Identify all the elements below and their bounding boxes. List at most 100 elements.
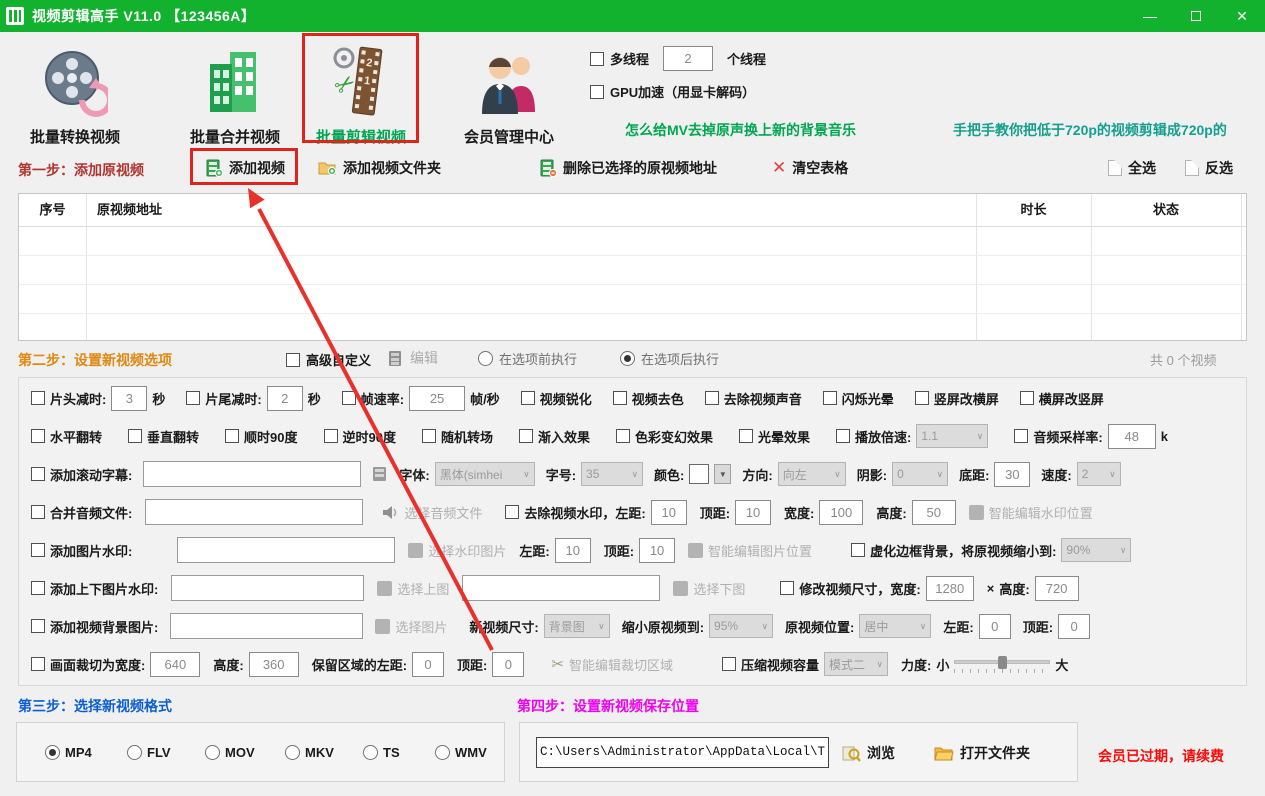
- slider-thumb[interactable]: [998, 656, 1008, 669]
- resize-width-input[interactable]: [925, 575, 974, 601]
- direction-dropdown[interactable]: 向左 ∨: [777, 462, 846, 486]
- random-transition-checkbox[interactable]: [421, 429, 436, 443]
- bg-left-input[interactable]: [978, 613, 1011, 639]
- color-swatch[interactable]: [689, 464, 710, 484]
- format-radio-flv[interactable]: FLV: [127, 745, 171, 760]
- run-before-radio[interactable]: [478, 351, 493, 366]
- add-folder-button[interactable]: 添加视频文件夹: [318, 158, 441, 178]
- advanced-custom-checkbox[interactable]: [286, 352, 300, 367]
- crop-width-input[interactable]: [150, 651, 201, 677]
- trim-tail-checkbox[interactable]: [186, 391, 201, 405]
- bottom-margin-input[interactable]: [994, 461, 1031, 487]
- playback-speed-checkbox[interactable]: [836, 429, 851, 443]
- multithread-checkbox[interactable]: [590, 51, 604, 66]
- sample-rate-input[interactable]: [1107, 423, 1156, 449]
- tutorial-link-720p[interactable]: 手把手教你把低于720p的视频剪辑成720p的: [953, 120, 1227, 140]
- choose-image-button[interactable]: 选择图片: [395, 617, 447, 636]
- fade-in-checkbox[interactable]: [518, 429, 533, 443]
- tutorial-link-music[interactable]: 怎么给MV去掉原声换上新的背景音乐: [625, 120, 856, 140]
- position-dropdown[interactable]: 居中 ∨: [859, 614, 932, 638]
- image-watermark-checkbox[interactable]: [31, 543, 45, 557]
- compress-checkbox[interactable]: [721, 657, 736, 671]
- portrait-to-landscape-checkbox[interactable]: [914, 391, 929, 405]
- wm-left-input[interactable]: [650, 499, 687, 525]
- wm-height-input[interactable]: [911, 499, 956, 525]
- halo-checkbox[interactable]: [739, 429, 754, 443]
- invert-selection-button[interactable]: 反选: [1185, 158, 1233, 178]
- image-watermark-input[interactable]: [177, 537, 396, 563]
- trim-tail-input[interactable]: [266, 385, 303, 411]
- sharpen-checkbox[interactable]: [520, 391, 535, 405]
- rotate-ccw-checkbox[interactable]: [323, 429, 338, 443]
- landscape-to-portrait-checkbox[interactable]: [1019, 391, 1034, 405]
- smart-image-position-button[interactable]: 智能编辑图片位置: [708, 541, 812, 560]
- trim-head-input[interactable]: [111, 385, 148, 411]
- scroll-subtitle-checkbox[interactable]: [31, 467, 45, 481]
- trim-head-checkbox[interactable]: [31, 391, 45, 405]
- compress-mode-dropdown[interactable]: 模式二 ∨: [823, 652, 888, 676]
- bg-top-input[interactable]: [1058, 613, 1091, 639]
- run-after-radio[interactable]: [620, 351, 635, 366]
- clear-table-button[interactable]: ✕ 清空表格: [772, 158, 848, 178]
- video-table[interactable]: 序号 原视频地址 时长 状态: [18, 193, 1247, 341]
- gpu-checkbox[interactable]: [590, 84, 604, 99]
- blur-border-checkbox[interactable]: [851, 543, 866, 557]
- select-all-button[interactable]: 全选: [1108, 158, 1156, 178]
- bottom-image-input[interactable]: [462, 575, 661, 601]
- browse-button[interactable]: 浏览: [842, 743, 895, 763]
- subtitle-text-input[interactable]: [143, 461, 362, 487]
- maximize-button[interactable]: [1173, 0, 1219, 32]
- color-dropdown-button[interactable]: ▼: [714, 464, 732, 484]
- thread-count-input[interactable]: [663, 46, 714, 71]
- background-image-checkbox[interactable]: [31, 619, 45, 633]
- blur-shrink-dropdown[interactable]: 90% ∨: [1061, 538, 1132, 562]
- nav-member-center[interactable]: 会员管理中心: [434, 40, 584, 147]
- remove-watermark-checkbox[interactable]: [505, 505, 520, 519]
- format-radio-mov[interactable]: MOV: [205, 745, 255, 760]
- choose-audio-button[interactable]: 选择音频文件: [404, 503, 482, 522]
- close-button[interactable]: ✕: [1219, 0, 1265, 32]
- format-radio-mkv[interactable]: MKV: [285, 745, 334, 760]
- flip-v-checkbox[interactable]: [128, 429, 143, 443]
- shadow-dropdown[interactable]: 0 ∨: [892, 462, 949, 486]
- font-size-dropdown[interactable]: 35 ∨: [581, 462, 644, 486]
- crop-height-input[interactable]: [248, 651, 299, 677]
- edit-button-disabled[interactable]: 编辑: [388, 348, 438, 368]
- sample-rate-checkbox[interactable]: [1014, 429, 1029, 443]
- choose-bottom-image-button[interactable]: 选择下图: [693, 579, 745, 598]
- choose-top-image-button[interactable]: 选择上图: [397, 579, 449, 598]
- save-path-input[interactable]: C:\Users\Administrator\AppData\Local\T: [536, 737, 829, 768]
- resize-height-input[interactable]: [1034, 575, 1079, 601]
- nav-batch-convert[interactable]: 批量转换视频: [0, 40, 150, 147]
- choose-watermark-image-button[interactable]: 选择水印图片: [428, 541, 506, 560]
- flicker-checkbox[interactable]: [822, 391, 837, 405]
- top-bottom-watermark-checkbox[interactable]: [31, 581, 45, 595]
- color-fx-checkbox[interactable]: [616, 429, 630, 443]
- decolor-checkbox[interactable]: [612, 391, 627, 405]
- format-radio-mp4[interactable]: MP4: [45, 745, 92, 760]
- smart-crop-button[interactable]: 智能编辑裁切区域: [569, 655, 673, 674]
- keep-left-input[interactable]: [412, 651, 445, 677]
- subtitle-speed-dropdown[interactable]: 2 ∨: [1076, 462, 1121, 486]
- mute-checkbox[interactable]: [704, 391, 719, 405]
- merge-audio-checkbox[interactable]: [31, 505, 45, 519]
- crop-checkbox[interactable]: [31, 657, 45, 671]
- flip-h-checkbox[interactable]: [31, 429, 45, 443]
- minimize-button[interactable]: —: [1127, 0, 1173, 32]
- wm-width-input[interactable]: [819, 499, 864, 525]
- smart-watermark-button[interactable]: 智能编辑水印位置: [989, 503, 1093, 522]
- merge-audio-input[interactable]: [145, 499, 364, 525]
- new-size-dropdown[interactable]: 背景图 ∨: [543, 614, 610, 638]
- img-top-input[interactable]: [639, 537, 676, 563]
- background-image-input[interactable]: [170, 613, 364, 639]
- playback-speed-dropdown[interactable]: 1.1 ∨: [916, 424, 989, 448]
- open-folder-button[interactable]: 打开文件夹: [934, 743, 1030, 763]
- framerate-input[interactable]: [409, 385, 466, 411]
- delete-selected-button[interactable]: 删除已选择的原视频地址: [540, 158, 717, 178]
- wm-top-input[interactable]: [735, 499, 772, 525]
- framerate-checkbox[interactable]: [341, 391, 356, 405]
- font-dropdown[interactable]: 黑体(simhei ∨: [434, 462, 535, 486]
- format-radio-wmv[interactable]: WMV: [435, 745, 487, 760]
- strength-slider[interactable]: [954, 655, 1051, 673]
- resize-video-checkbox[interactable]: [780, 581, 795, 595]
